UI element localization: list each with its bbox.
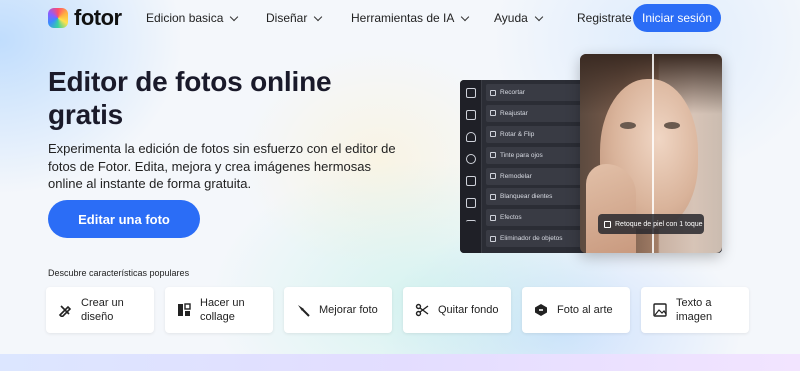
chevron-down-icon [314, 12, 323, 21]
effects-icon [490, 214, 496, 221]
feature-label: Mejorar foto [319, 304, 378, 316]
menu-label: Diseñar [266, 11, 308, 25]
tool-rotate: Rotar & Flip [486, 125, 582, 143]
chevron-down-icon [461, 12, 470, 21]
feature-card-remove-bg[interactable]: Quitar fondo [403, 287, 511, 333]
text-icon [466, 220, 476, 230]
top-nav: fotor Edicion basica Diseñar Herramienta… [0, 0, 800, 36]
grid-icon [466, 88, 476, 98]
chevron-down-icon [534, 12, 544, 21]
hero-description: Experimenta la edición de fotos sin esfu… [48, 141, 396, 191]
tool-teeth: Blanquear dientes [486, 188, 582, 206]
text-image-icon [653, 303, 667, 317]
feature-card-collage[interactable]: Hacer un collage [165, 287, 273, 333]
tool-label: Remodelar [500, 172, 532, 180]
skin-retouch-badge: Retoque de piel con 1 toque [598, 214, 704, 234]
brand-name: fotor [74, 5, 122, 30]
tool-label: Efectos [500, 214, 522, 222]
tool-object-eraser: Eliminador de objetos [486, 230, 582, 248]
page-title: Editor de fotos online gratis [48, 66, 332, 130]
tool-reshape: Remodelar [486, 167, 582, 185]
menu-edicion-basica[interactable]: Edicion basica [146, 11, 239, 25]
tool-label: Eliminador de objetos [500, 235, 563, 243]
edit-photo-button[interactable]: Editar una foto [48, 200, 200, 238]
menu-ayuda[interactable]: Ayuda [494, 11, 544, 25]
reshape-icon [490, 173, 496, 180]
eye-tint-icon [490, 152, 496, 159]
tool-eye-tint: Tinte para ojos [486, 146, 582, 164]
tool-label: Rotar & Flip [500, 130, 535, 138]
teeth-icon [490, 193, 496, 200]
retouch-label: Retoque de piel con 1 toque [615, 220, 703, 228]
menu-disenar[interactable]: Diseñar [266, 11, 323, 25]
tool-label: Blanquear dientes [500, 193, 553, 201]
elements-icon [466, 198, 476, 208]
crop-icon [490, 89, 496, 96]
right-eye [664, 122, 680, 129]
collage-icon [177, 303, 191, 317]
magic-wand-icon [296, 303, 310, 317]
register-link[interactable]: Registrate [577, 11, 632, 25]
feature-card-text-to-image[interactable]: Texto a imagen [641, 287, 749, 333]
retouch-icon [604, 220, 611, 228]
feature-label: Foto al arte [557, 304, 613, 316]
features-heading: Descubre características populares [48, 268, 190, 278]
eraser-icon [490, 235, 496, 242]
tool-resize: Reajustar [486, 104, 582, 122]
tool-label: Tinte para ojos [500, 151, 543, 159]
adjust-icon [466, 110, 476, 120]
feature-label: Hacer un collage [200, 297, 245, 323]
fotor-logo[interactable]: fotor [48, 7, 122, 29]
left-eye [620, 122, 636, 129]
feature-card-enhance[interactable]: Mejorar foto [284, 287, 392, 333]
login-button[interactable]: Iniciar sesión [633, 4, 721, 32]
tool-crop: Recortar [486, 84, 582, 101]
feature-card-photo-to-art[interactable]: Foto al arte [522, 287, 630, 333]
design-pen-icon [58, 303, 72, 317]
section-divider-gradient [0, 354, 800, 371]
editor-toolbar [460, 80, 482, 253]
feature-card-create-design[interactable]: Crear un diseño [46, 287, 154, 333]
feature-label: Texto a imagen [676, 297, 713, 323]
editor-tool-list: Recortar Reajustar Rotar & Flip Tinte pa… [486, 84, 582, 251]
scissors-icon [415, 303, 429, 317]
menu-label: Herramientas de IA [351, 11, 455, 25]
person-icon [466, 132, 476, 142]
frame-icon [466, 176, 476, 186]
feature-label: Crear un diseño [81, 297, 124, 323]
art-icon [534, 303, 548, 317]
hand-shape [586, 164, 636, 253]
chevron-down-icon [230, 12, 239, 21]
tool-label: Recortar [500, 89, 525, 96]
menu-label: Edicion basica [146, 11, 224, 25]
tool-effects: Efectos [486, 209, 582, 227]
menu-label: Ayuda [494, 11, 528, 25]
rotate-icon [490, 131, 496, 138]
feature-cards: Crear un diseño Hacer un collage Mejorar… [46, 287, 749, 333]
fotor-logo-icon [48, 8, 68, 28]
resize-icon [490, 110, 496, 117]
menu-herramientas-ia[interactable]: Herramientas de IA [351, 11, 470, 25]
eye-icon [466, 154, 476, 164]
tool-label: Reajustar [500, 109, 528, 117]
feature-label: Quitar fondo [438, 304, 499, 316]
